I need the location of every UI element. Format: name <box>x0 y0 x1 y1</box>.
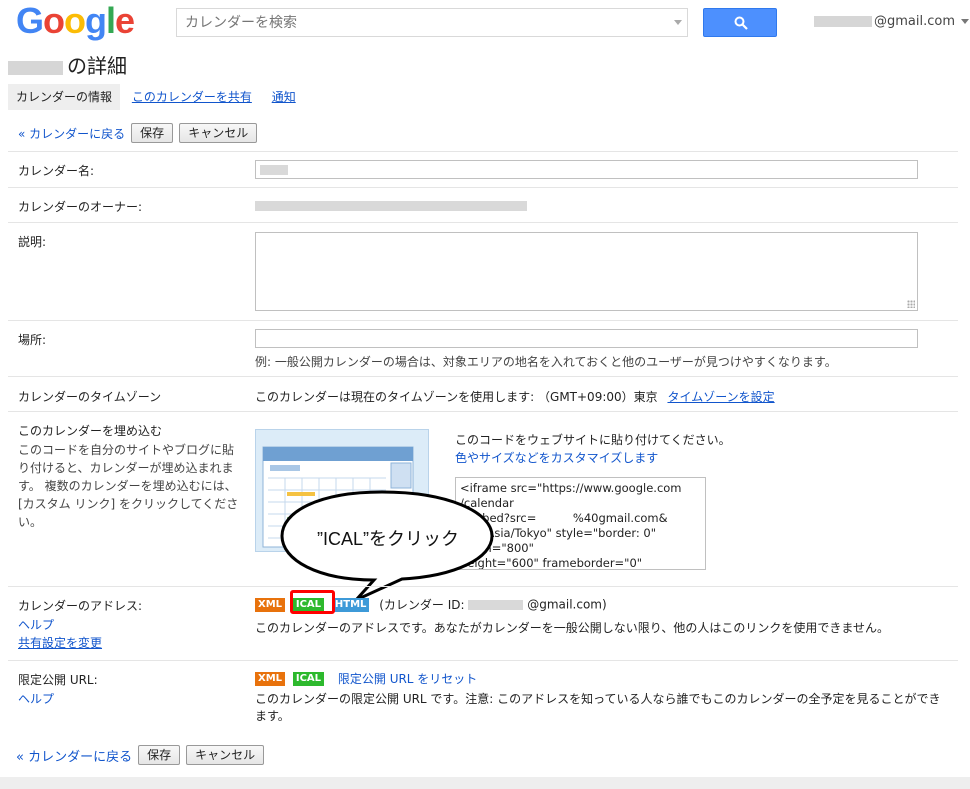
description-row: 説明: <box>8 222 958 320</box>
private-url-description: このカレンダーの限定公開 URL です。注意: このアドレスを知っている人なら誰… <box>255 692 941 723</box>
private-ical-badge-button[interactable]: ICAL <box>292 671 325 686</box>
customize-embed-link[interactable]: 色やサイズなどをカスタマイズします <box>455 449 658 466</box>
bottom-cancel-button[interactable]: キャンセル <box>186 745 265 765</box>
account-email-suffix: @gmail.com <box>874 14 956 29</box>
set-timezone-link[interactable]: タイムゾーンを設定 <box>667 390 774 404</box>
calendar-address-label: カレンダーのアドレス: <box>18 599 143 613</box>
private-xml-badge-button[interactable]: XML <box>255 671 286 686</box>
calendar-name-row: カレンダー名: <box>8 151 958 187</box>
calendar-name-input[interactable] <box>255 160 918 179</box>
footer-bar <box>0 777 970 789</box>
calendar-owner-row: カレンダーのオーナー: <box>8 187 958 222</box>
location-label: 場所: <box>18 333 47 347</box>
bottom-back-to-calendar-link[interactable]: « カレンダーに戻る <box>16 746 132 765</box>
tab-calendar-info[interactable]: カレンダーの情報 <box>8 84 121 110</box>
calendar-name-redacted <box>260 165 288 175</box>
back-to-calendar-link[interactable]: « カレンダーに戻る <box>18 125 125 142</box>
calendar-address-description: このカレンダーのアドレスです。あなたがカレンダーを一般公開しない限り、他の人はこ… <box>255 621 889 635</box>
calendar-id-prefix: (カレンダー ID: <box>379 598 465 612</box>
page-title-text: の詳細 <box>67 54 127 78</box>
resize-handle-icon[interactable] <box>907 300 915 308</box>
tab-notifications[interactable]: 通知 <box>264 84 304 110</box>
private-url-label: 限定公開 URL: <box>18 673 98 687</box>
search-input[interactable] <box>177 9 657 36</box>
private-url-help-link[interactable]: ヘルプ <box>18 690 54 707</box>
top-action-bar: « カレンダーに戻る 保存 キャンセル <box>18 122 258 144</box>
change-sharing-link[interactable]: 共有設定を変更 <box>18 634 102 651</box>
google-logo[interactable]: Google <box>16 3 135 39</box>
bottom-save-button[interactable]: 保存 <box>138 745 181 765</box>
timezone-label: カレンダーのタイムゾーン <box>18 390 162 404</box>
calendar-id-suffix: @gmail.com) <box>527 597 607 612</box>
location-hint: 例: 一般公開カレンダーの場合は、対象エリアの地名を入れておくと他のユーザーが見… <box>255 355 837 369</box>
header: Google @gmail.com <box>0 0 970 46</box>
search-options-arrow-icon[interactable] <box>674 20 682 25</box>
reset-private-url-link[interactable]: 限定公開 URL をリセット <box>338 672 477 686</box>
save-button[interactable]: 保存 <box>131 123 174 143</box>
ical-highlight-frame <box>290 590 335 614</box>
private-url-row: 限定公開 URL: ヘルプ XML ICAL 限定公開 URL をリセット この… <box>8 660 958 734</box>
private-url-badges: XML ICAL 限定公開 URL をリセット <box>255 670 477 687</box>
address-help-link[interactable]: ヘルプ <box>18 616 54 633</box>
bottom-action-bar: « カレンダーに戻る 保存 キャンセル <box>16 744 265 766</box>
calendar-id-redacted <box>468 599 524 610</box>
xml-badge-button[interactable]: XML <box>255 597 286 612</box>
calendar-name-redacted <box>8 60 63 75</box>
search-button[interactable] <box>703 8 777 37</box>
cancel-button[interactable]: キャンセル <box>179 123 258 143</box>
tab-share-calendar[interactable]: このカレンダーを共有 <box>124 84 260 110</box>
calendar-owner-value <box>255 200 527 214</box>
calendar-address-row: カレンダーのアドレス: ヘルプ 共有設定を変更 XML ICAL HTML (カ… <box>8 586 958 660</box>
account-dropdown-icon <box>961 19 970 24</box>
calendar-owner-label: カレンダーのオーナー: <box>18 200 143 214</box>
timezone-value: このカレンダーは現在のタイムゾーンを使用します: （GMT+09:00）東京 タ… <box>255 388 775 405</box>
embed-description: このコードを自分のサイトやブログに貼り付けると、カレンダーが埋め込まれます。 複… <box>18 443 239 529</box>
account-menu[interactable]: @gmail.com <box>814 14 970 29</box>
description-label: 説明: <box>18 235 47 249</box>
location-row: 場所: 例: 一般公開カレンダーの場合は、対象エリアの地名を入れておくと他のユー… <box>8 320 958 376</box>
tab-bar: カレンダーの情報 このカレンダーを共有 通知 <box>8 84 304 110</box>
owner-email-redacted <box>255 201 527 211</box>
search-box[interactable] <box>176 8 688 37</box>
description-textarea[interactable] <box>255 232 918 311</box>
callout-text: ”ICAL”をクリック <box>317 529 460 549</box>
calendar-name-label: カレンダー名: <box>18 164 95 178</box>
html-badge-button[interactable]: HTML <box>331 597 370 612</box>
embed-paste-text: このコードをウェブサイトに貼り付けてください。 <box>455 433 731 447</box>
embed-label: このカレンダーを埋め込む <box>18 424 163 438</box>
search-icon <box>734 16 748 30</box>
page-title: の詳細 <box>8 50 127 79</box>
account-name-redacted <box>814 16 872 27</box>
timezone-row: カレンダーのタイムゾーン このカレンダーは現在のタイムゾーンを使用します: （G… <box>8 376 958 411</box>
timezone-text: このカレンダーは現在のタイムゾーンを使用します: （GMT+09:00）東京 <box>255 390 658 404</box>
location-input[interactable] <box>255 329 918 348</box>
